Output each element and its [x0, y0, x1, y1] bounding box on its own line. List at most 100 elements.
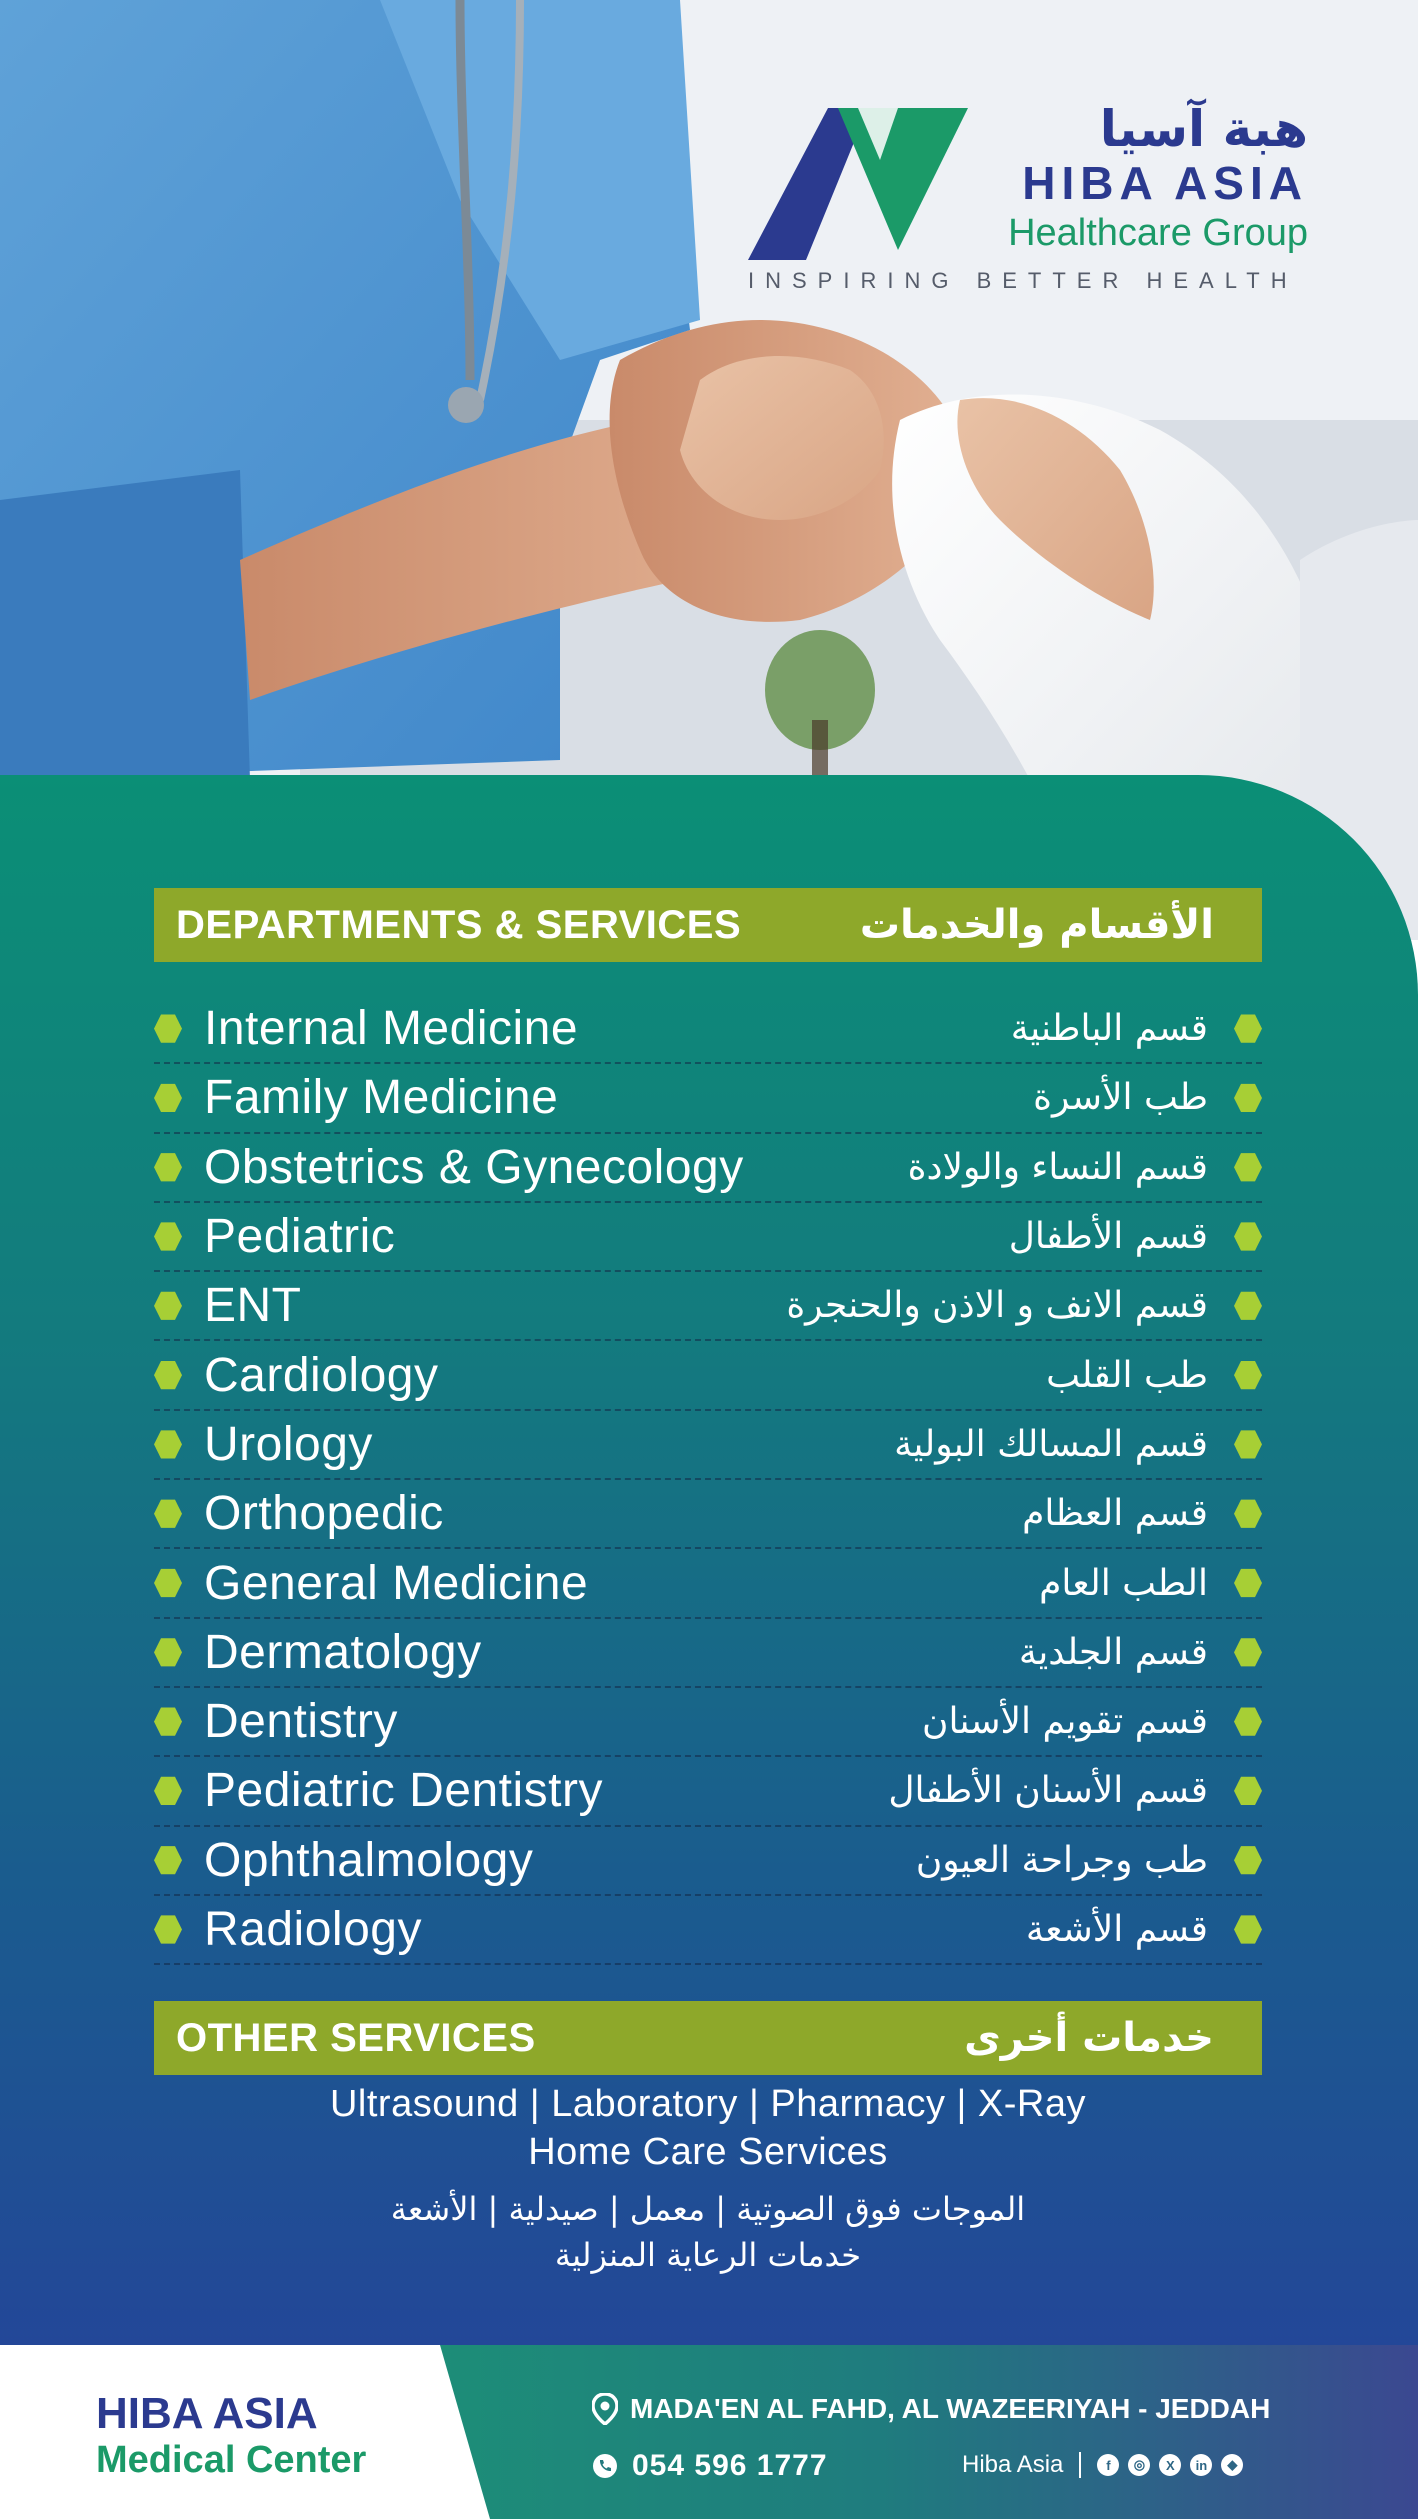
department-en-group: Pediatric Dentistry	[154, 1763, 603, 1818]
logo-subtitle: Healthcare Group	[1008, 212, 1308, 254]
department-name-en: ENT	[204, 1279, 302, 1333]
footer-brand-subtitle: Medical Center	[96, 2439, 367, 2481]
hexagon-bullet-icon	[154, 1499, 182, 1528]
x-icon[interactable]: X	[1159, 2454, 1182, 2476]
department-ar-group: قسم تقويم الأسنان	[922, 1701, 1262, 1742]
department-name-en: Pediatric	[204, 1210, 396, 1264]
other-services-heading-en: OTHER SERVICES	[176, 2015, 536, 2060]
department-name-en: Orthopedic	[204, 1487, 444, 1541]
linkedin-icon[interactable]: in	[1190, 2454, 1213, 2476]
department-name-en: Pediatric Dentistry	[204, 1764, 603, 1818]
department-name-ar: قسم العظام	[1022, 1493, 1208, 1535]
hexagon-bullet-icon	[1234, 1014, 1262, 1043]
department-row: Ophthalmology طب وجراحة العيون	[154, 1827, 1262, 1896]
department-name-ar: قسم الأطفال	[1008, 1216, 1208, 1258]
department-en-group: Orthopedic	[154, 1486, 444, 1541]
department-row: Radiology قسم الأشعة	[154, 1896, 1262, 1966]
hexagon-bullet-icon	[1234, 1153, 1262, 1182]
hexagon-bullet-icon	[1234, 1776, 1262, 1806]
department-name-ar: قسم الأشعة	[1025, 1909, 1208, 1950]
phone-icon	[593, 2454, 617, 2478]
department-en-group: Urology	[154, 1417, 373, 1472]
department-en-group: ENT	[154, 1278, 302, 1333]
hexagon-bullet-icon	[1234, 1638, 1262, 1667]
hexagon-bullet-icon	[1234, 1707, 1262, 1736]
departments-heading-ar: الأقسام والخدمات	[859, 902, 1214, 948]
department-name-en: Dentistry	[204, 1695, 398, 1749]
footer-phone[interactable]: 054 596 1777	[592, 2449, 828, 2483]
department-en-group: Cardiology	[154, 1348, 438, 1403]
hexagon-bullet-icon	[1234, 1568, 1262, 1598]
footer-address: MADA'EN AL FAHD, AL WAZEERIYAH - JEDDAH	[592, 2393, 1270, 2425]
department-name-ar: قسم تقويم الأسنان	[922, 1701, 1208, 1743]
department-ar-group: طب القلب	[1046, 1355, 1262, 1396]
departments-list: Internal Medicine قسم الباطنية Family Medi…	[154, 995, 1262, 1966]
social-handle: Hiba Asia	[962, 2451, 1064, 2478]
hiba-asia-logo: هبة آسيا HIBA ASIA Healthcare Group INSP…	[748, 100, 1308, 300]
social-divider	[1079, 2452, 1082, 2478]
hexagon-bullet-icon	[154, 1083, 182, 1113]
hexagon-bullet-icon	[1234, 1499, 1262, 1528]
department-en-group: Obstetrics & Gynecology	[154, 1140, 744, 1195]
hexagon-bullet-icon	[1234, 1361, 1262, 1390]
department-ar-group: قسم الأسنان الأطفال	[888, 1770, 1262, 1811]
department-row: ENT قسم الانف و الاذن والحنجرة	[154, 1272, 1262, 1342]
logo-tagline: INSPIRING BETTER HEALTH	[748, 268, 1298, 293]
department-row: Obstetrics & Gynecology قسم النساء والولا…	[154, 1134, 1262, 1203]
department-en-group: Ophthalmology	[154, 1833, 533, 1888]
other-services-heading-ar: خدمات أخرى	[964, 2015, 1214, 2061]
hexagon-bullet-icon	[154, 1707, 182, 1736]
logo-mark-icon	[748, 108, 968, 260]
hexagon-bullet-icon	[154, 1430, 182, 1459]
department-name-en: General Medicine	[204, 1556, 589, 1610]
hexagon-bullet-icon	[154, 1291, 182, 1320]
other-services-heading-bar: OTHER SERVICES خدمات أخرى	[154, 2001, 1262, 2075]
hexagon-bullet-icon	[154, 1361, 182, 1390]
department-ar-group: قسم الجلدية	[1019, 1632, 1262, 1673]
department-row: Urology قسم المسالك البولية	[154, 1411, 1262, 1481]
department-name-ar: الطب العام	[1039, 1562, 1208, 1604]
department-name-en: Urology	[204, 1417, 373, 1471]
department-en-group: Dentistry	[154, 1694, 398, 1749]
footer-social: Hiba Asia f ◎ X in ◆	[962, 2451, 1252, 2479]
department-en-group: General Medicine	[154, 1556, 588, 1611]
other-services-ar: الموجات فوق الصوتية | معمل | صيدلية | ال…	[154, 2186, 1262, 2278]
other-services-ar-line-1: الموجات فوق الصوتية | معمل | صيدلية | ال…	[390, 2190, 1026, 2228]
department-en-group: Dermatology	[154, 1625, 482, 1680]
footer-brand-name: HIBA ASIA	[96, 2389, 318, 2438]
hexagon-bullet-icon	[154, 1153, 182, 1182]
facebook-icon[interactable]: f	[1097, 2454, 1120, 2476]
hexagon-bullet-icon	[1234, 1915, 1262, 1944]
department-row: Family Medicine طب الأسرة	[154, 1064, 1262, 1134]
location-pin-icon	[592, 2393, 618, 2425]
departments-heading-en: DEPARTMENTS & SERVICES	[176, 902, 742, 947]
department-en-group: Internal Medicine	[154, 1001, 578, 1056]
snapchat-icon[interactable]: ◆	[1221, 2454, 1244, 2476]
department-en-group: Radiology	[154, 1902, 422, 1957]
department-row: Orthopedic قسم العظام	[154, 1480, 1262, 1550]
department-name-en: Family Medicine	[204, 1071, 559, 1125]
department-name-ar: قسم الباطنية	[1010, 1008, 1208, 1050]
department-name-ar: طب وجراحة العيون	[915, 1839, 1208, 1881]
hexagon-bullet-icon	[1234, 1222, 1262, 1251]
hexagon-bullet-icon	[154, 1915, 182, 1944]
department-ar-group: الطب العام	[1039, 1563, 1262, 1604]
department-ar-group: طب وجراحة العيون	[916, 1840, 1262, 1881]
department-row: Dermatology قسم الجلدية	[154, 1619, 1262, 1688]
department-name-ar: قسم النساء والولادة	[907, 1146, 1208, 1188]
department-name-en: Obstetrics & Gynecology	[204, 1140, 744, 1194]
department-en-group: Family Medicine	[154, 1070, 558, 1125]
department-ar-group: طب الأسرة	[1033, 1077, 1262, 1118]
department-ar-group: قسم الانف و الاذن والحنجرة	[786, 1285, 1262, 1326]
department-row: General Medicine الطب العام	[154, 1549, 1262, 1619]
other-services-en-line-2: Home Care Services	[528, 2131, 888, 2173]
department-ar-group: قسم العظام	[1022, 1493, 1262, 1534]
department-name-ar: قسم الأسنان الأطفال	[888, 1770, 1208, 1812]
hexagon-bullet-icon	[154, 1638, 182, 1667]
hexagon-bullet-icon	[154, 1776, 182, 1806]
department-ar-group: قسم الأطفال	[1009, 1216, 1262, 1257]
hexagon-bullet-icon	[154, 1222, 182, 1251]
footer-phone-number[interactable]: 054 596 1777	[632, 2449, 828, 2483]
hexagon-bullet-icon	[1234, 1083, 1262, 1113]
instagram-icon[interactable]: ◎	[1128, 2454, 1151, 2476]
